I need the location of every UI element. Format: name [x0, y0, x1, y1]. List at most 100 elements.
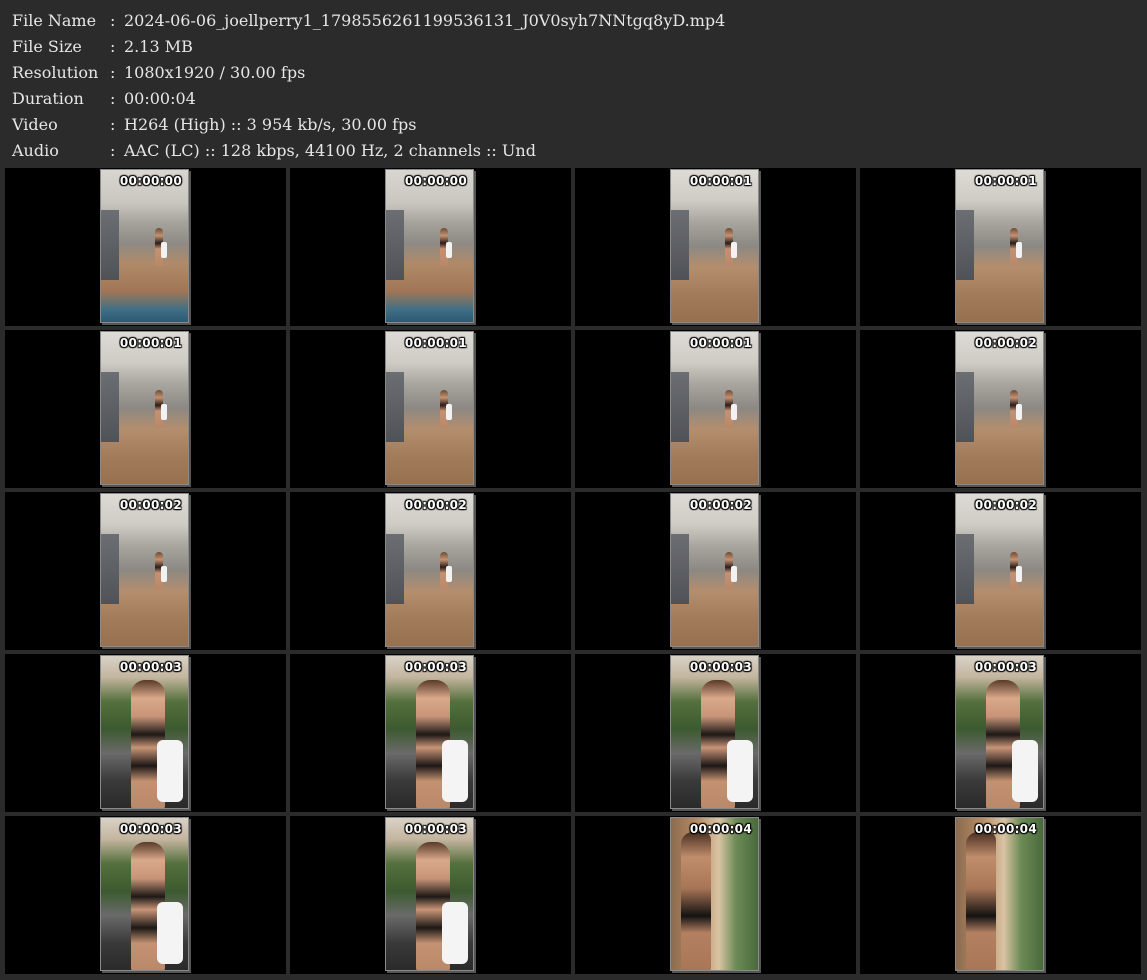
frame-timestamp: 00:00:02 [119, 498, 182, 512]
frame-wall-shape [956, 534, 974, 604]
info-separator: : [110, 11, 116, 30]
frame-timestamp: 00:00:02 [974, 336, 1037, 350]
info-row-video: Video : H264 (High) :: 3 954 kb/s, 30.00… [12, 112, 1132, 138]
video-frame-thumbnail: 00:00:00 [385, 169, 474, 323]
frame-timestamp: 00:00:01 [119, 336, 182, 350]
info-label: File Size [12, 37, 82, 56]
video-frame-thumbnail: 00:00:03 [955, 655, 1044, 809]
video-frame-thumbnail: 00:00:01 [385, 331, 474, 485]
thumbnail-cell: 00:00:01 [290, 330, 571, 488]
thumbnail-cell: 00:00:02 [575, 492, 856, 650]
info-separator: : [110, 63, 116, 82]
frame-wall-shape [386, 210, 404, 280]
frame-timestamp: 00:00:00 [119, 174, 182, 188]
frame-timestamp: 00:00:03 [404, 822, 467, 836]
frame-wall-shape [671, 372, 689, 442]
thumbnail-cell: 00:00:01 [860, 168, 1141, 326]
frame-wall-shape [386, 534, 404, 604]
video-frame-thumbnail: 00:00:02 [385, 493, 474, 647]
video-frame-thumbnail: 00:00:02 [955, 331, 1044, 485]
info-value: 1080x1920 / 30.00 fps [124, 63, 306, 82]
thumbnail-cell: 00:00:04 [860, 816, 1141, 974]
video-frame-thumbnail: 00:00:02 [670, 493, 759, 647]
frame-person-shape [416, 680, 468, 808]
frame-timestamp: 00:00:02 [974, 498, 1037, 512]
thumbnail-cell: 00:00:03 [5, 816, 286, 974]
thumbnail-grid: 00:00:00 00:00:00 00:00:01 00:00:01 00:00:01… [5, 168, 1143, 978]
info-separator: : [110, 115, 116, 134]
info-value: 00:00:04 [124, 89, 196, 108]
video-frame-thumbnail: 00:00:03 [100, 817, 189, 971]
frame-timestamp: 00:00:03 [404, 660, 467, 674]
frame-person-shape [725, 228, 737, 266]
frame-timestamp: 00:00:01 [404, 336, 467, 350]
frame-person-shape [1010, 552, 1022, 590]
thumbnail-cell: 00:00:01 [575, 168, 856, 326]
frame-person-shape [725, 552, 737, 590]
frame-person-shape [725, 390, 737, 428]
info-separator: : [110, 141, 116, 160]
video-frame-thumbnail: 00:00:03 [385, 817, 474, 971]
video-frame-thumbnail: 00:00:03 [100, 655, 189, 809]
video-frame-thumbnail: 00:00:04 [955, 817, 1044, 971]
info-label: Duration [12, 89, 84, 108]
frame-wall-shape [956, 372, 974, 442]
frame-wall-shape [101, 372, 119, 442]
thumbnail-cell: 00:00:03 [290, 816, 571, 974]
video-frame-thumbnail: 00:00:00 [100, 169, 189, 323]
info-row-audio: Audio : AAC (LC) :: 128 kbps, 44100 Hz, … [12, 138, 1132, 164]
thumbnail-cell: 00:00:00 [290, 168, 571, 326]
video-frame-thumbnail: 00:00:01 [670, 169, 759, 323]
thumbnail-cell: 00:00:03 [290, 654, 571, 812]
frame-person-shape [440, 552, 452, 590]
frame-person-shape [966, 832, 996, 970]
frame-person-shape [440, 228, 452, 266]
frame-timestamp: 00:00:02 [404, 498, 467, 512]
frame-wall-shape [386, 372, 404, 442]
frame-timestamp: 00:00:00 [404, 174, 467, 188]
info-value: H264 (High) :: 3 954 kb/s, 30.00 fps [124, 115, 417, 134]
video-frame-thumbnail: 00:00:02 [955, 493, 1044, 647]
thumbnail-cell: 00:00:01 [5, 330, 286, 488]
video-frame-thumbnail: 00:00:02 [100, 493, 189, 647]
info-value: 2.13 MB [124, 37, 193, 56]
thumbnail-cell: 00:00:01 [575, 330, 856, 488]
thumbnail-cell: 00:00:03 [860, 654, 1141, 812]
thumbnail-cell: 00:00:03 [5, 654, 286, 812]
frame-wall-shape [956, 210, 974, 280]
thumbnail-cell: 00:00:02 [290, 492, 571, 650]
video-frame-thumbnail: 00:00:01 [955, 169, 1044, 323]
info-label: Resolution [12, 63, 99, 82]
frame-wall-shape [101, 210, 119, 280]
frame-person-shape [440, 390, 452, 428]
frame-timestamp: 00:00:03 [974, 660, 1037, 674]
frame-person-shape [701, 680, 753, 808]
frame-person-shape [155, 390, 167, 428]
frame-person-shape [416, 842, 468, 970]
info-row-duration: Duration : 00:00:04 [12, 86, 1132, 112]
thumbnail-cell: 00:00:03 [575, 654, 856, 812]
frame-wall-shape [671, 210, 689, 280]
video-frame-thumbnail: 00:00:04 [670, 817, 759, 971]
thumbnail-cell: 00:00:02 [860, 492, 1141, 650]
frame-person-shape [986, 680, 1038, 808]
info-label: File Name [12, 11, 97, 30]
info-label: Audio [12, 141, 59, 160]
info-row-file-size: File Size : 2.13 MB [12, 34, 1132, 60]
frame-wall-shape [671, 534, 689, 604]
frame-timestamp: 00:00:03 [119, 660, 182, 674]
info-separator: : [110, 37, 116, 56]
frame-timestamp: 00:00:03 [689, 660, 752, 674]
info-value: AAC (LC) :: 128 kbps, 44100 Hz, 2 channe… [124, 141, 536, 160]
video-frame-thumbnail: 00:00:01 [670, 331, 759, 485]
frame-wall-shape [101, 534, 119, 604]
frame-timestamp: 00:00:03 [119, 822, 182, 836]
thumbnail-cell: 00:00:02 [5, 492, 286, 650]
thumbnail-cell: 00:00:00 [5, 168, 286, 326]
video-frame-thumbnail: 00:00:03 [385, 655, 474, 809]
info-label: Video [12, 115, 58, 134]
frame-timestamp: 00:00:04 [974, 822, 1037, 836]
video-frame-thumbnail: 00:00:01 [100, 331, 189, 485]
frame-person-shape [155, 552, 167, 590]
frame-person-shape [155, 228, 167, 266]
